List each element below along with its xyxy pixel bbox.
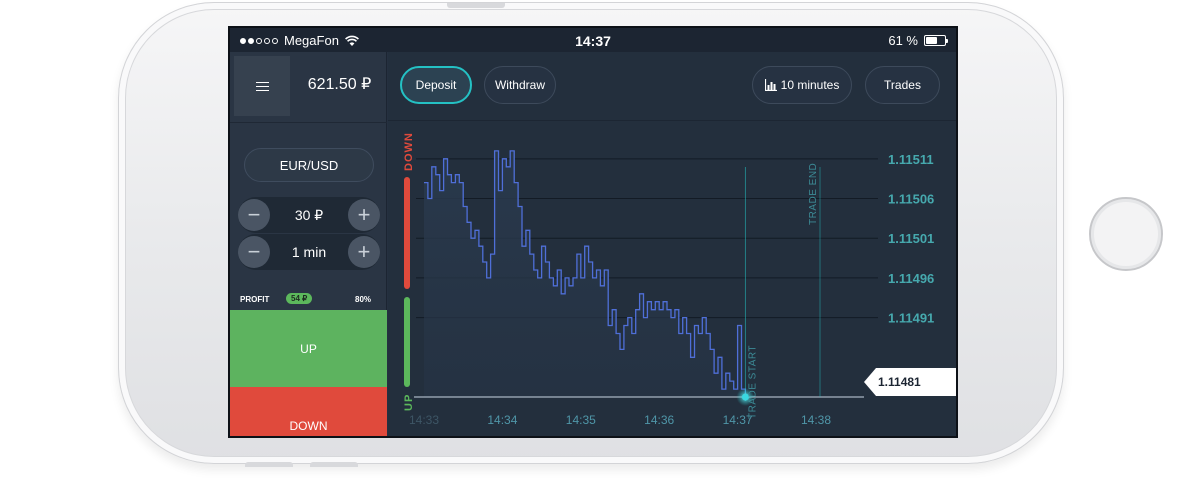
x-tick-label: 14:38	[801, 413, 831, 427]
plus-icon: +	[357, 239, 371, 264]
currency-pair-selector[interactable]: EUR/USD	[244, 148, 374, 182]
plus-icon: +	[357, 202, 371, 227]
bar-chart-icon	[764, 79, 777, 91]
x-tick-label: 14:36	[644, 413, 674, 427]
duration-decrease-button[interactable]: −	[238, 236, 270, 268]
y-tick-label: 1.11496	[888, 271, 934, 286]
battery-percent: 61 %	[888, 33, 918, 48]
x-tick-label: 14:35	[566, 413, 596, 427]
timeframe-button[interactable]: 10 minutes	[752, 66, 852, 104]
profit-label: PROFIT	[240, 295, 270, 304]
home-button[interactable]	[1089, 197, 1163, 271]
amount-increase-button[interactable]: +	[348, 199, 380, 231]
duration-value[interactable]: 1 min	[292, 244, 326, 260]
deposit-button[interactable]: Deposit	[400, 66, 472, 104]
y-tick-label: 1.11511	[888, 152, 934, 167]
profit-row: PROFIT 54 ₽ 80%	[230, 290, 387, 310]
trade-sidebar: 621.50 ₽ EUR/USD − 30 ₽ + − 1 min + PROF…	[230, 52, 387, 436]
timeframe-label: 10 minutes	[780, 78, 840, 92]
up-zone-bar	[404, 297, 410, 387]
trade-start-label: TRADE START	[747, 345, 758, 419]
up-zone-label: UP	[403, 394, 415, 411]
down-zone-bar	[404, 177, 410, 289]
y-tick-label: 1.11491	[888, 311, 934, 326]
amount-value[interactable]: 30 ₽	[295, 207, 323, 224]
duration-increase-button[interactable]: +	[347, 236, 380, 268]
volume-up-button	[245, 462, 293, 467]
x-tick-label: 14:33	[409, 413, 439, 427]
battery-fill	[926, 37, 937, 44]
hamburger-icon	[255, 81, 269, 91]
up-button[interactable]: UP	[230, 310, 387, 387]
power-button	[447, 3, 505, 8]
amount-decrease-button[interactable]: −	[238, 199, 270, 231]
menu-button[interactable]	[234, 56, 290, 116]
profit-percent: 80%	[355, 295, 372, 304]
volume-down-button	[310, 462, 358, 467]
sidebar-divider	[230, 122, 387, 123]
withdraw-button[interactable]: Withdraw	[484, 66, 556, 104]
profit-amount-badge: 54 ₽	[286, 293, 313, 304]
status-time: 14:37	[575, 33, 611, 49]
chart-panel: Deposit Withdraw 10 minutes Trades 1.115…	[388, 52, 956, 436]
y-tick-label: 1.11501	[888, 231, 934, 246]
status-bar: MegaFon 14:37 61 %	[230, 28, 956, 52]
battery-icon	[924, 35, 948, 46]
down-button[interactable]: DOWN	[230, 387, 387, 436]
down-zone-label: DOWN	[403, 132, 415, 171]
account-balance: 621.50 ₽	[307, 76, 372, 93]
minus-icon: −	[247, 239, 261, 264]
trade-end-label: TRADE END	[808, 163, 819, 225]
x-tick-label: 14:34	[487, 413, 517, 427]
trades-button[interactable]: Trades	[865, 66, 940, 104]
duration-stepper: − 1 min +	[238, 234, 380, 270]
status-right: 61 %	[888, 33, 948, 48]
y-tick-label: 1.11506	[888, 192, 934, 207]
current-price-label: 1.11481	[878, 375, 921, 389]
minus-icon: −	[247, 202, 261, 227]
amount-stepper: − 30 ₽ +	[238, 197, 380, 233]
phone-screen: MegaFon 14:37 61 % 621.50 ₽ EUR/USD − 30…	[228, 26, 958, 438]
